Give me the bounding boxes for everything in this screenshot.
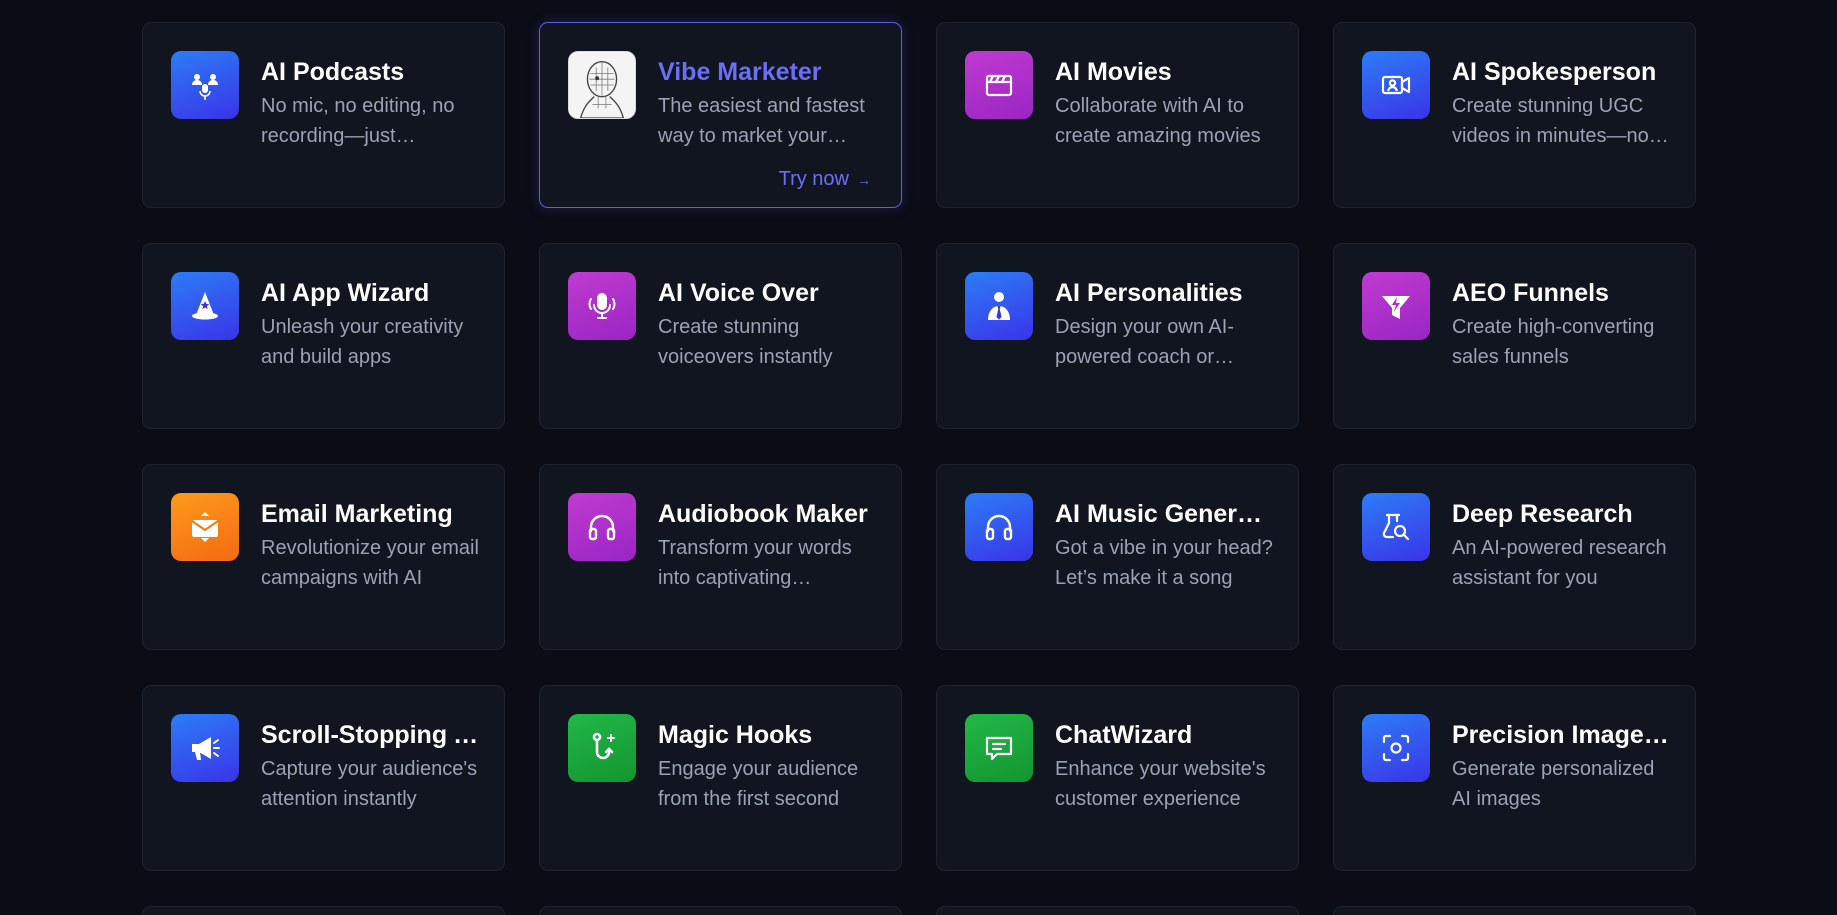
card-description: Collaborate with AI to create amazing mo… (1055, 95, 1261, 147)
card-description: Create high-converting sales funnels (1452, 316, 1655, 368)
try-now-label: Try now (778, 168, 849, 190)
card-ai-app-wizard[interactable]: AI App Wizard Unleash your creativity an… (142, 243, 505, 429)
card-aeo-funnels[interactable]: AEO Funnels Create high-converting sales… (1333, 243, 1696, 429)
card-magic-hooks[interactable]: Magic Hooks Engage your audience from th… (539, 685, 902, 871)
card-title: AI Personalities (1055, 279, 1243, 307)
card-title: AI Music Generator (1055, 500, 1274, 528)
card-title: Vibe Marketer (658, 58, 822, 86)
card-vibe-marketer[interactable]: Vibe Marketer The easiest and fastest wa… (539, 22, 902, 208)
card-title: Precision Image Editor (1452, 721, 1671, 749)
card-title: AI Voice Over (658, 279, 819, 307)
card-description: Unleash your creativity and build apps (261, 316, 464, 368)
wizard-hat-icon (171, 272, 239, 340)
focus-scan-icon (1362, 714, 1430, 782)
funnel-bolt-icon (1362, 272, 1430, 340)
card-ai-voice-over[interactable]: AI Voice Over Create stunning voiceovers… (539, 243, 902, 429)
tools-grid: AI Podcasts No mic, no editing, no recor… (142, 22, 1696, 871)
card-description: Create stunning UGC videos in minutes—no… (1452, 95, 1649, 147)
robot-portrait-image (568, 51, 636, 119)
card-title: Magic Hooks (658, 721, 813, 749)
card-title: Deep Research (1452, 500, 1633, 528)
card-description: Design your own AI-powered coach or assi… (1055, 316, 1234, 368)
card-ai-podcasts[interactable]: AI Podcasts No mic, no editing, no recor… (142, 22, 505, 208)
headphones-icon (568, 493, 636, 561)
partial-card[interactable] (1333, 906, 1696, 915)
card-ai-personalities[interactable]: AI Personalities Design your own AI-powe… (936, 243, 1299, 429)
card-chatwizard[interactable]: ChatWizard Enhance your website's custom… (936, 685, 1299, 871)
card-description: The easiest and fastest way to market yo… (658, 95, 865, 147)
card-description: Revolutionize your email campaigns with … (261, 537, 479, 589)
partial-card[interactable] (142, 906, 505, 915)
card-email-marketing[interactable]: Email Marketing Revolutionize your email… (142, 464, 505, 650)
card-ai-movies[interactable]: AI Movies Collaborate with AI to create … (936, 22, 1299, 208)
card-ai-music-generator[interactable]: AI Music Generator Got a vibe in your he… (936, 464, 1299, 650)
headphones-icon (965, 493, 1033, 561)
card-title: AI Podcasts (261, 58, 405, 86)
card-description: Capture your audience's attention instan… (261, 758, 478, 810)
card-title: Audiobook Maker (658, 500, 868, 528)
card-title: ChatWizard (1055, 721, 1193, 749)
research-flask-icon (1362, 493, 1430, 561)
card-title: AI Spokesperson (1452, 58, 1657, 86)
card-scroll-stopping-ads[interactable]: Scroll-Stopping Ads Capture your audienc… (142, 685, 505, 871)
try-now-link[interactable]: Try now → (779, 168, 871, 191)
card-description: Engage your audience from the first seco… (658, 758, 859, 810)
megaphone-icon (171, 714, 239, 782)
partial-card[interactable] (539, 906, 902, 915)
person-tie-icon (965, 272, 1033, 340)
next-row-cards-partial (142, 906, 1696, 915)
microphone-icon (568, 272, 636, 340)
envelope-icon (171, 493, 239, 561)
card-description: An AI-powered research assistant for you (1452, 537, 1667, 589)
card-title: Scroll-Stopping Ads (261, 721, 480, 749)
arrow-right-icon: → (857, 171, 871, 188)
podcast-people-icon (171, 51, 239, 119)
video-avatar-icon (1362, 51, 1430, 119)
card-ai-spokesperson[interactable]: AI Spokesperson Create stunning UGC vide… (1333, 22, 1696, 208)
card-deep-research[interactable]: Deep Research An AI-powered research ass… (1333, 464, 1696, 650)
partial-card[interactable] (936, 906, 1299, 915)
card-audiobook-maker[interactable]: Audiobook Maker Transform your words int… (539, 464, 902, 650)
card-description: No mic, no editing, no recording—just ef… (261, 95, 455, 147)
card-title: AEO Funnels (1452, 279, 1609, 307)
card-title: AI App Wizard (261, 279, 430, 307)
card-description: Enhance your website's customer experien… (1055, 758, 1266, 810)
card-description: Create stunning voiceovers instantly (658, 316, 833, 368)
card-description: Got a vibe in your head? Let’s make it a… (1055, 537, 1273, 589)
card-description: Generate personalized AI images (1452, 758, 1655, 810)
card-title: AI Movies (1055, 58, 1172, 86)
card-description: Transform your words into captivating au… (658, 537, 852, 589)
card-title: Email Marketing (261, 500, 453, 528)
chat-bubble-icon (965, 714, 1033, 782)
hook-sparkle-icon (568, 714, 636, 782)
card-precision-image-editor[interactable]: Precision Image Editor Generate personal… (1333, 685, 1696, 871)
clapperboard-icon (965, 51, 1033, 119)
